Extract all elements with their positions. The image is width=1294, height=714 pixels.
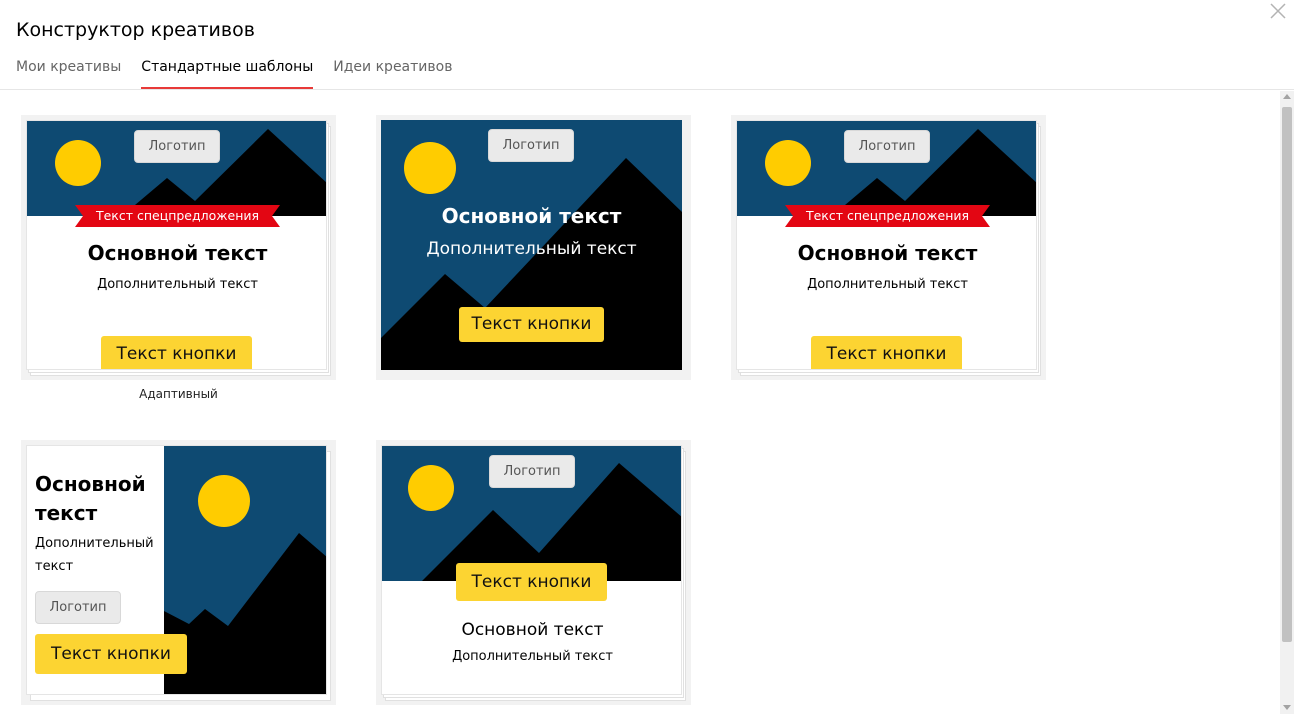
secondary-text: Дополнительный текст [35,532,154,578]
main-text: Основной текст [87,241,268,265]
cta-button-preview: Текст кнопки [459,307,604,342]
main-text: Основной текст [461,620,604,640]
templates-grid: Логотип Текст спецпредложения Основной т… [0,90,1280,714]
main-text: Основной текст [441,204,622,228]
secondary-text-line: Дополнительный [35,536,154,551]
main-text-line: Основной [35,472,146,496]
main-text: Основной текст [797,241,978,265]
scroll-down-arrow-icon[interactable] [1283,705,1291,710]
scroll-up-arrow-icon[interactable] [1283,94,1291,99]
template-card-offer[interactable]: Логотип Текст спецпредложения Основной т… [731,115,1046,380]
logo-placeholder: Логотип [488,129,574,162]
template-caption: Адаптивный [139,387,218,401]
secondary-text: Дополнительный текст [452,649,613,664]
template-preview: Основной текст Дополнительный текст Лого… [26,445,327,695]
cta-button-preview: Текст кнопки [35,634,187,674]
template-preview: Логотип Текст кнопки Основной текст Допо… [381,445,682,695]
secondary-text-line: текст [35,559,74,574]
tab-creative-ideas[interactable]: Идеи креативов [333,56,452,89]
special-offer-text: Текст спецпредложения [805,208,970,223]
modal-title: Конструктор креативов [16,19,255,41]
secondary-text: Дополнительный текст [97,277,258,292]
secondary-text: Дополнительный текст [807,277,968,292]
template-preview: Логотип Основной текст Дополнительный те… [381,120,682,370]
tab-my-creatives[interactable]: Мои креативы [16,56,121,89]
logo-placeholder: Логотип [134,130,220,163]
template-card-dark[interactable]: Логотип Основной текст Дополнительный те… [376,115,691,380]
main-text: Основной текст [35,470,146,528]
template-card-split[interactable]: Основной текст Дополнительный текст Лого… [21,440,336,705]
special-offer-text: Текст спецпредложения [95,208,260,223]
template-preview: Логотип Текст спецпредложения Основной т… [26,120,327,370]
scrollbar-thumb[interactable] [1282,107,1292,642]
cta-button-preview: Текст кнопки [811,336,962,369]
logo-placeholder: Логотип [844,130,930,163]
logo-placeholder: Логотип [489,455,575,488]
template-card-bottom-text[interactable]: Логотип Текст кнопки Основной текст Допо… [376,440,691,705]
secondary-text: Дополнительный текст [426,239,637,259]
template-preview: Логотип Текст спецпредложения Основной т… [736,120,1037,370]
cta-button-preview: Текст кнопки [456,563,607,601]
logo-placeholder: Логотип [35,591,121,624]
cta-button-preview: Текст кнопки [101,336,252,369]
tab-bar: Мои креативы Стандартные шаблоны Идеи кр… [16,56,472,90]
tab-standard-templates[interactable]: Стандартные шаблоны [141,56,314,89]
close-icon[interactable] [1268,1,1288,21]
template-card-adaptive[interactable]: Логотип Текст спецпредложения Основной т… [21,115,336,380]
main-text-line: текст [35,501,98,525]
modal-header: Конструктор креативов Мои креативы Станд… [0,0,1294,90]
vertical-scrollbar[interactable] [1280,91,1294,714]
